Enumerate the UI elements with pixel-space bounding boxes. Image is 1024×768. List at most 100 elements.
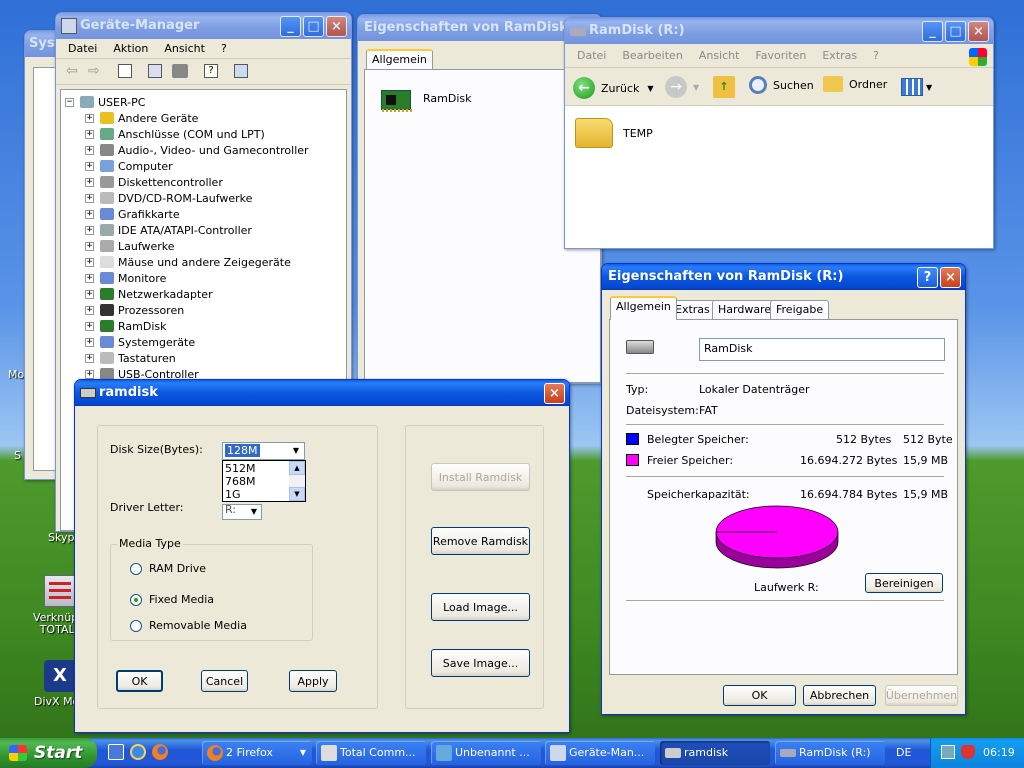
menu-help[interactable]: ?	[865, 49, 887, 62]
back-button[interactable]: ← Zurück ▼	[573, 76, 654, 100]
expand-icon[interactable]: +	[85, 129, 94, 139]
tab-allgemein[interactable]: Allgemein	[610, 296, 677, 320]
tree-item[interactable]: + Systemgeräte	[85, 334, 195, 350]
help-button[interactable]: ?	[917, 267, 938, 288]
expand-icon[interactable]: +	[85, 337, 94, 347]
firefox-launch-icon[interactable]	[152, 744, 168, 760]
divx-desktop-icon[interactable]: X	[44, 660, 76, 692]
folder-item[interactable]: TEMP	[575, 118, 653, 148]
tab-hardware[interactable]: Hardware	[712, 300, 778, 319]
tree-item[interactable]: + Grafikkarte	[85, 206, 180, 222]
ok-button[interactable]: OK	[723, 685, 796, 706]
network-icon[interactable]	[941, 745, 955, 759]
cancel-button[interactable]: Abbrechen	[803, 685, 876, 706]
size-option[interactable]: 512M	[225, 462, 256, 475]
expand-icon[interactable]: +	[85, 321, 94, 331]
search-button[interactable]: Suchen	[749, 76, 814, 94]
security-shield-icon[interactable]	[961, 745, 975, 759]
close-button[interactable]: ×	[326, 16, 347, 37]
expand-icon[interactable]: +	[85, 209, 94, 219]
tree-root[interactable]: − USER-PC	[65, 94, 145, 110]
clock[interactable]: 06:19	[983, 746, 1015, 759]
size-option[interactable]: 768M	[225, 475, 256, 488]
scroll-down-icon[interactable]: ▼	[289, 487, 305, 501]
expand-icon[interactable]: +	[85, 289, 94, 299]
driver-letter-combobox[interactable]: R: ▼	[222, 503, 262, 520]
menu-extras[interactable]: Extras	[814, 49, 865, 62]
expand-icon[interactable]: +	[85, 225, 94, 235]
apply-button[interactable]: Apply	[289, 670, 337, 692]
tree-item[interactable]: + DVD/CD-ROM-Laufwerke	[85, 190, 252, 206]
radio-fixed-media[interactable]: Fixed Media	[130, 593, 214, 606]
radio-removable-media[interactable]: Removable Media	[130, 619, 247, 632]
totalcmd-desktop-icon[interactable]	[44, 575, 76, 607]
chevron-down-icon[interactable]: ▼	[647, 84, 653, 93]
maximize-button[interactable]: □	[945, 21, 966, 42]
radio-ram-drive[interactable]: RAM Drive	[130, 562, 206, 575]
taskbar-item-totalcmd[interactable]: Total Comm...	[316, 741, 426, 765]
help-icon[interactable]: ?	[204, 64, 218, 78]
print-icon[interactable]	[172, 64, 188, 78]
drive-properties-dialog[interactable]: Eigenschaften von RamDisk (R:) ? × Allge…	[601, 263, 966, 715]
explorer-window[interactable]: RamDisk (R:) _ □ × Datei Bearbeiten Ansi…	[564, 17, 994, 249]
scroll-up-icon[interactable]: ▲	[289, 461, 305, 475]
tree-item[interactable]: + Computer	[85, 158, 173, 174]
title-bar[interactable]: RamDisk (R:) _ □ ×	[565, 18, 993, 44]
tree-item[interactable]: + Prozessoren	[85, 302, 184, 318]
tree-item[interactable]: + Anschlüsse (COM und LPT)	[85, 126, 265, 142]
start-button[interactable]: Start	[0, 738, 97, 768]
collapse-icon[interactable]: −	[65, 97, 74, 107]
tree-item[interactable]: + Audio-, Video- und Gamecontroller	[85, 142, 309, 158]
forward-arrow-icon[interactable]: ⇨	[88, 63, 100, 79]
close-button[interactable]: ×	[940, 267, 961, 288]
apply-button[interactable]: Übernehmen	[885, 685, 958, 706]
scrollbar[interactable]: ▲ ▼	[289, 461, 305, 501]
tree-item[interactable]: + Tastaturen	[85, 350, 176, 366]
remove-ramdisk-button[interactable]: Remove Ramdisk	[431, 527, 530, 555]
menu-datei[interactable]: Datei	[60, 42, 105, 55]
expand-icon[interactable]: +	[85, 145, 94, 155]
minimize-button[interactable]: _	[922, 21, 943, 42]
views-button[interactable]: ▼	[901, 78, 932, 96]
disk-size-combobox[interactable]: 128M ▼	[222, 442, 305, 460]
expand-icon[interactable]: +	[85, 113, 94, 123]
ok-button[interactable]: OK	[116, 670, 163, 692]
chevron-down-icon[interactable]: ▼	[247, 505, 261, 519]
properties-icon[interactable]	[148, 64, 162, 78]
expand-icon[interactable]: +	[85, 193, 94, 203]
expand-icon[interactable]: +	[85, 241, 94, 251]
tree-item[interactable]: + Monitore	[85, 270, 166, 286]
taskbar-item-unbenannt[interactable]: Unbenannt ...	[431, 741, 541, 765]
disk-size-dropdown-list[interactable]: 512M 768M 1G ▲ ▼	[222, 460, 306, 502]
taskbar-item-ramdisk[interactable]: ramdisk	[660, 741, 770, 765]
ie-launch-icon[interactable]	[130, 744, 146, 760]
install-ramdisk-button[interactable]: Install Ramdisk	[431, 463, 530, 491]
drive-name-field[interactable]: RamDisk	[699, 338, 945, 361]
title-bar[interactable]: ramdisk ×	[75, 380, 569, 406]
maximize-button[interactable]: □	[303, 16, 324, 37]
menu-ansicht[interactable]: Ansicht	[156, 42, 213, 55]
close-button[interactable]: ×	[968, 21, 989, 42]
chevron-down-icon[interactable]: ▼	[693, 83, 699, 92]
tree-item[interactable]: + Netzwerkadapter	[85, 286, 213, 302]
taskbar-item-explorer-ramdisk[interactable]: RamDisk (R:)	[775, 741, 885, 765]
menu-ansicht[interactable]: Ansicht	[691, 49, 748, 62]
menu-aktion[interactable]: Aktion	[105, 42, 156, 55]
expand-icon[interactable]: +	[85, 353, 94, 363]
menu-help[interactable]: ?	[213, 42, 235, 55]
menu-favoriten[interactable]: Favoriten	[747, 49, 814, 62]
size-option[interactable]: 1G	[225, 488, 241, 501]
tree-item[interactable]: + IDE ATA/ATAPI-Controller	[85, 222, 252, 238]
expand-icon[interactable]: +	[85, 305, 94, 315]
folders-button[interactable]: Ordner	[823, 76, 887, 92]
title-bar[interactable]: Eigenschaften von RamDisk (R:) ? ×	[602, 264, 965, 290]
expand-icon[interactable]: +	[85, 369, 94, 379]
close-button[interactable]: ×	[544, 383, 565, 404]
back-arrow-icon[interactable]: ⇦	[66, 63, 78, 79]
menu-bearbeiten[interactable]: Bearbeiten	[614, 49, 690, 62]
load-image-button[interactable]: Load Image...	[431, 593, 530, 621]
expand-icon[interactable]: +	[85, 257, 94, 267]
title-bar[interactable]: Geräte-Manager _ □ ×	[56, 13, 351, 39]
taskbar-item-device-manager[interactable]: Geräte-Man...	[545, 741, 655, 765]
explorer-launch-icon[interactable]	[108, 744, 124, 760]
